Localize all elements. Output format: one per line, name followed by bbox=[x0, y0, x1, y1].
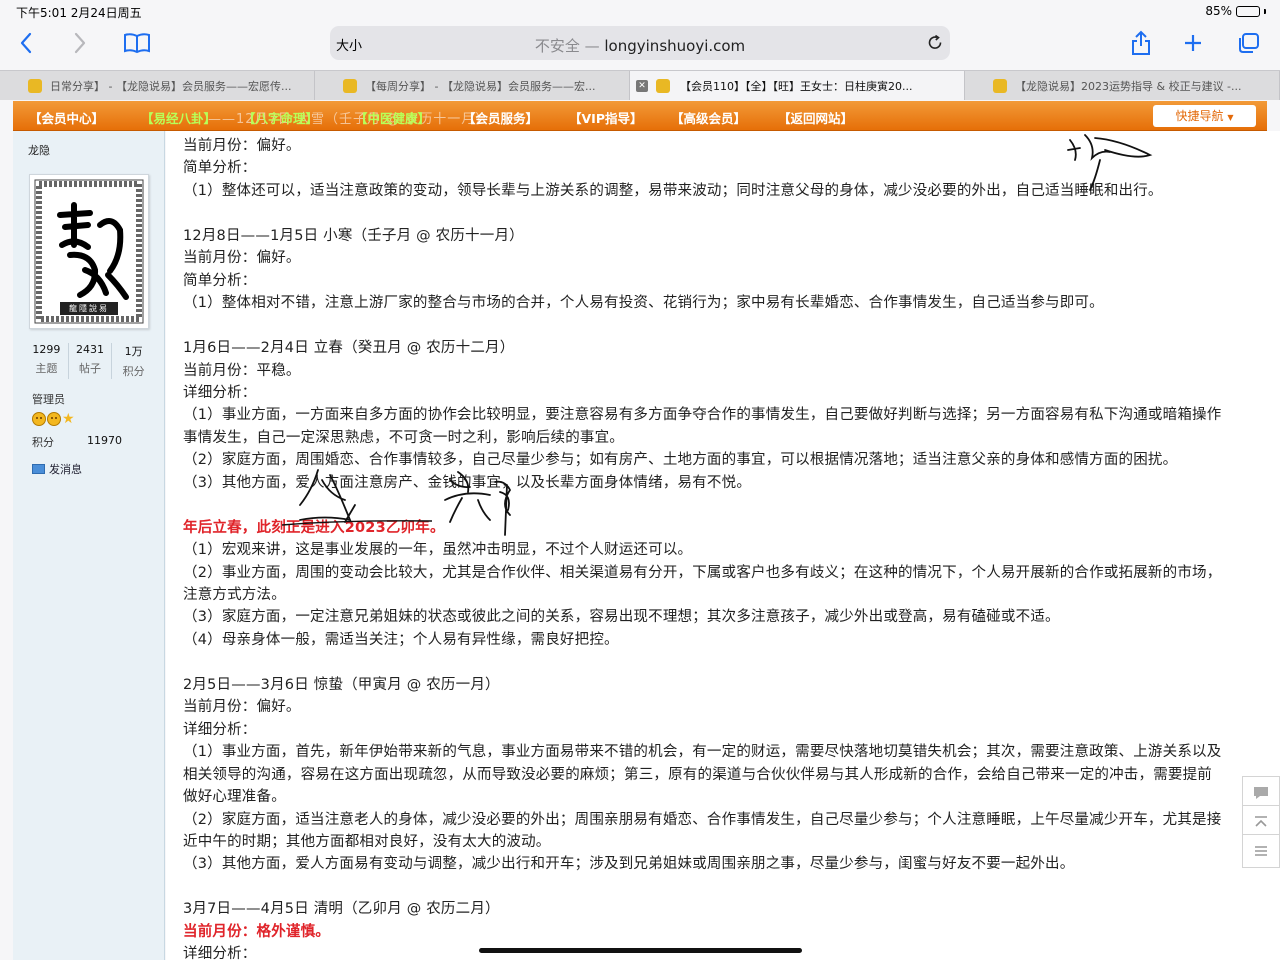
author-name[interactable]: 龙隐 bbox=[28, 142, 50, 158]
comment-icon bbox=[1254, 787, 1268, 799]
site-favicon-icon bbox=[993, 79, 1007, 93]
smiley-medal-icon bbox=[47, 412, 61, 426]
chevron-down-icon: ▼ bbox=[1227, 113, 1234, 122]
forward-icon[interactable] bbox=[68, 28, 92, 58]
star-medal-icon: ★ bbox=[62, 411, 75, 427]
tab-bar: 日常分享】 - 【龙隐说易】会员服务——宏愿传... 【每周分享】 - 【龙隐说… bbox=[0, 70, 1280, 100]
avatar-seal-text: 龍隱說易 bbox=[69, 304, 109, 313]
tab-member-110[interactable]: ✕ 【会员110】【全】【旺】王女士：日柱庚寅20... bbox=[630, 71, 965, 100]
address-bar[interactable]: 大小 不安全 — longyinshuoyi.com bbox=[330, 26, 950, 60]
content-line: 1月6日——2月4日 立春（癸丑月 @ 农历十二月） bbox=[183, 340, 515, 357]
browser-toolbar: 大小 不安全 — longyinshuoyi.com bbox=[0, 22, 1280, 68]
send-message-link[interactable]: 发消息 bbox=[32, 461, 82, 477]
status-time: 下午5:01 2月24日周五 bbox=[16, 6, 142, 20]
content-line: 当前月份：偏好。 bbox=[183, 250, 301, 267]
nav-bazi[interactable]: 【八字命理】 bbox=[243, 108, 318, 127]
content-line: 当前月份：偏好。 bbox=[183, 699, 301, 716]
new-tab-icon[interactable] bbox=[1180, 28, 1206, 58]
nav-yijing[interactable]: 【易经八卦】 bbox=[141, 108, 216, 127]
author-sidebar: 龙隐 龍隱說易 1299 主题 2431 帖子 1万 积分 管理员 ★ 积分 11970… bbox=[13, 131, 165, 960]
nav-vip-guide[interactable]: 【VIP指导】 bbox=[569, 108, 643, 127]
content-line: （3）家庭方面，一定注意兄弟姐妹的状态或彼此之间的关系，容易出现不理想；其次多注… bbox=[183, 609, 1060, 626]
tabs-icon[interactable] bbox=[1234, 28, 1262, 58]
content-line: 注意方式方法。 bbox=[183, 587, 286, 603]
content-line: 年后立春，此刻正是进入2023乙卯年。 bbox=[183, 519, 445, 536]
insecure-label: 不安全 — bbox=[534, 37, 600, 55]
content-line: （1）整体还可以，适当注意政策的变动，领导长辈与上游关系的调整，易带来波动；同时… bbox=[183, 182, 1163, 199]
content-line: 事情发生，自己一定深思熟虑，不可贪一时之利，影响后续的事宜。 bbox=[183, 429, 624, 446]
list-icon bbox=[1255, 846, 1267, 856]
content-line: 详细分析： bbox=[183, 721, 257, 738]
content-line: （2）事业方面，周围的变动会比较大，尤其是合作伙伴、相关渠道易有分开，下属或客户… bbox=[183, 564, 1222, 581]
author-stats: 1299 主题 2431 帖子 1万 积分 bbox=[25, 343, 155, 379]
battery-percent: 85% bbox=[1205, 4, 1232, 18]
url-display[interactable]: 不安全 — longyinshuoyi.com bbox=[330, 35, 950, 56]
tab-2023-fortune[interactable]: 【龙隐说易】2023运势指导 & 校正与建议 -... bbox=[965, 71, 1280, 100]
rank-medals: ★ bbox=[32, 412, 76, 426]
bookmarks-icon[interactable] bbox=[122, 28, 152, 58]
reload-icon[interactable] bbox=[926, 34, 944, 56]
close-tab-icon[interactable]: ✕ bbox=[636, 80, 648, 92]
post-content: 当前月份：偏好。 简单分析： （1）整体还可以，适当注意政策的变动，领导长辈与上游关… bbox=[166, 131, 1280, 960]
site-favicon-icon bbox=[656, 79, 670, 93]
tab-weekly-share[interactable]: 【每周分享】 - 【龙隐说易】会员服务——宏... bbox=[315, 71, 630, 100]
nav-return-site[interactable]: 【返回网站】 bbox=[778, 108, 853, 127]
stat-topics[interactable]: 1299 主题 bbox=[25, 343, 69, 379]
content-line: 当前月份：平稳。 bbox=[183, 362, 301, 379]
smiley-medal-icon bbox=[32, 412, 46, 426]
tab-daily-share[interactable]: 日常分享】 - 【龙隐说易】会员服务——宏愿传... bbox=[0, 71, 315, 100]
nav-member-service[interactable]: 【会员服务】 bbox=[463, 108, 538, 127]
author-role: 管理员 bbox=[32, 393, 65, 406]
nav-premium-member[interactable]: 【高级会员】 bbox=[671, 108, 746, 127]
content-line: 简单分析： bbox=[183, 160, 257, 177]
list-menu-button[interactable] bbox=[1242, 834, 1280, 868]
battery-icon bbox=[1236, 5, 1260, 17]
content-line: 3月7日——4月5日 清明（乙卯月 @ 农历二月） bbox=[183, 901, 500, 918]
url-domain: longyinshuoyi.com bbox=[604, 37, 746, 55]
content-line: 简单分析： bbox=[183, 272, 257, 289]
avatar[interactable]: 龍隱說易 bbox=[29, 174, 149, 329]
content-line: 详细分析： bbox=[183, 384, 257, 401]
content-line: 12月8日——1月5日 小寒（壬子月 @ 农历十一月） bbox=[183, 227, 524, 244]
nav-tcm-health[interactable]: 【中医健康】 bbox=[355, 108, 430, 127]
site-favicon-icon bbox=[343, 79, 357, 93]
content-line: 当前月份：偏好。 bbox=[183, 138, 301, 154]
battery-indicator: 85% bbox=[1205, 4, 1266, 18]
content-line: 近中午的时期；其他方面都相对良好，没有太大的波动。 bbox=[183, 833, 551, 850]
share-icon[interactable] bbox=[1128, 28, 1154, 58]
content-line: （3）其他方面，爱人方面易有变动与调整，减少出行和开车；涉及到兄弟姐妹或周围亲朋… bbox=[183, 856, 1075, 873]
back-icon[interactable] bbox=[14, 28, 38, 58]
author-points: 积分 11970 bbox=[32, 434, 122, 449]
screen: 下午5:01 2月24日周五 85% 大小 不安全 — longyinshuoy… bbox=[0, 0, 1280, 960]
quick-nav-dropdown[interactable]: 快捷导航 ▼ bbox=[1153, 105, 1256, 127]
envelope-icon bbox=[32, 464, 45, 474]
content-line: （3）其他方面，爱人方面注意房产、金钱的事宜，以及长辈方面身体情绪，易有不悦。 bbox=[183, 474, 752, 491]
nav-member-center[interactable]: 【会员中心】 bbox=[29, 108, 104, 127]
arrow-up-icon bbox=[1255, 816, 1267, 827]
content-line: 做好心理准备。 bbox=[183, 789, 286, 806]
content-line: （1）宏观来讲，这是事业发展的一年，虽然冲击明显，不过个人财运还可以。 bbox=[183, 542, 693, 559]
site-nav-bar: ——12月7日 大雪（壬子月 @ 农历十一月） 【会员中心】 【易经八卦】 【八… bbox=[13, 101, 1267, 131]
content-line: 当前月份：格外谨慎。 bbox=[183, 923, 330, 940]
site-favicon-icon bbox=[28, 79, 42, 93]
status-bar: 下午5:01 2月24日周五 85% bbox=[0, 0, 1280, 22]
content-line: 2月5日——3月6日 惊蛰（甲寅月 @ 农历一月） bbox=[183, 676, 500, 693]
content-line: 详细分析： bbox=[183, 946, 257, 960]
content-line: （1）整体相对不错，注意上游厂家的整合与市场的合并，个人易有投资、花销行为；家中… bbox=[183, 295, 1104, 312]
content-line: （4）母亲身体一般，需适当关注；个人易有异性缘，需良好把控。 bbox=[183, 631, 619, 648]
stat-posts[interactable]: 2431 帖子 bbox=[69, 343, 113, 379]
stat-points[interactable]: 1万 积分 bbox=[112, 343, 155, 379]
content-line: （1）事业方面，一方面来自多方面的协作会比较明显，要注意容易有多方面争夺合作的事… bbox=[183, 407, 1222, 424]
content-line: （2）家庭方面，适当注意老人的身体，减少没必要的外出；周围亲朋易有婚恋、合作事情… bbox=[183, 811, 1222, 828]
home-indicator[interactable] bbox=[479, 948, 802, 953]
content-line: （1）事业方面，首先，新年伊始带来新的气息，事业方面易带来不错的机会，有一定的财… bbox=[183, 744, 1222, 761]
content-line: （2）家庭方面，周围婚恋、合作事情较多，自己尽量少参与；如有房产、土地方面的事宜… bbox=[183, 452, 1178, 469]
content-line: 相关领导的沟通，容易在这方面出现疏忽，从而导致没必要的麻烦；第三，原有的渠道与合… bbox=[183, 766, 1212, 783]
